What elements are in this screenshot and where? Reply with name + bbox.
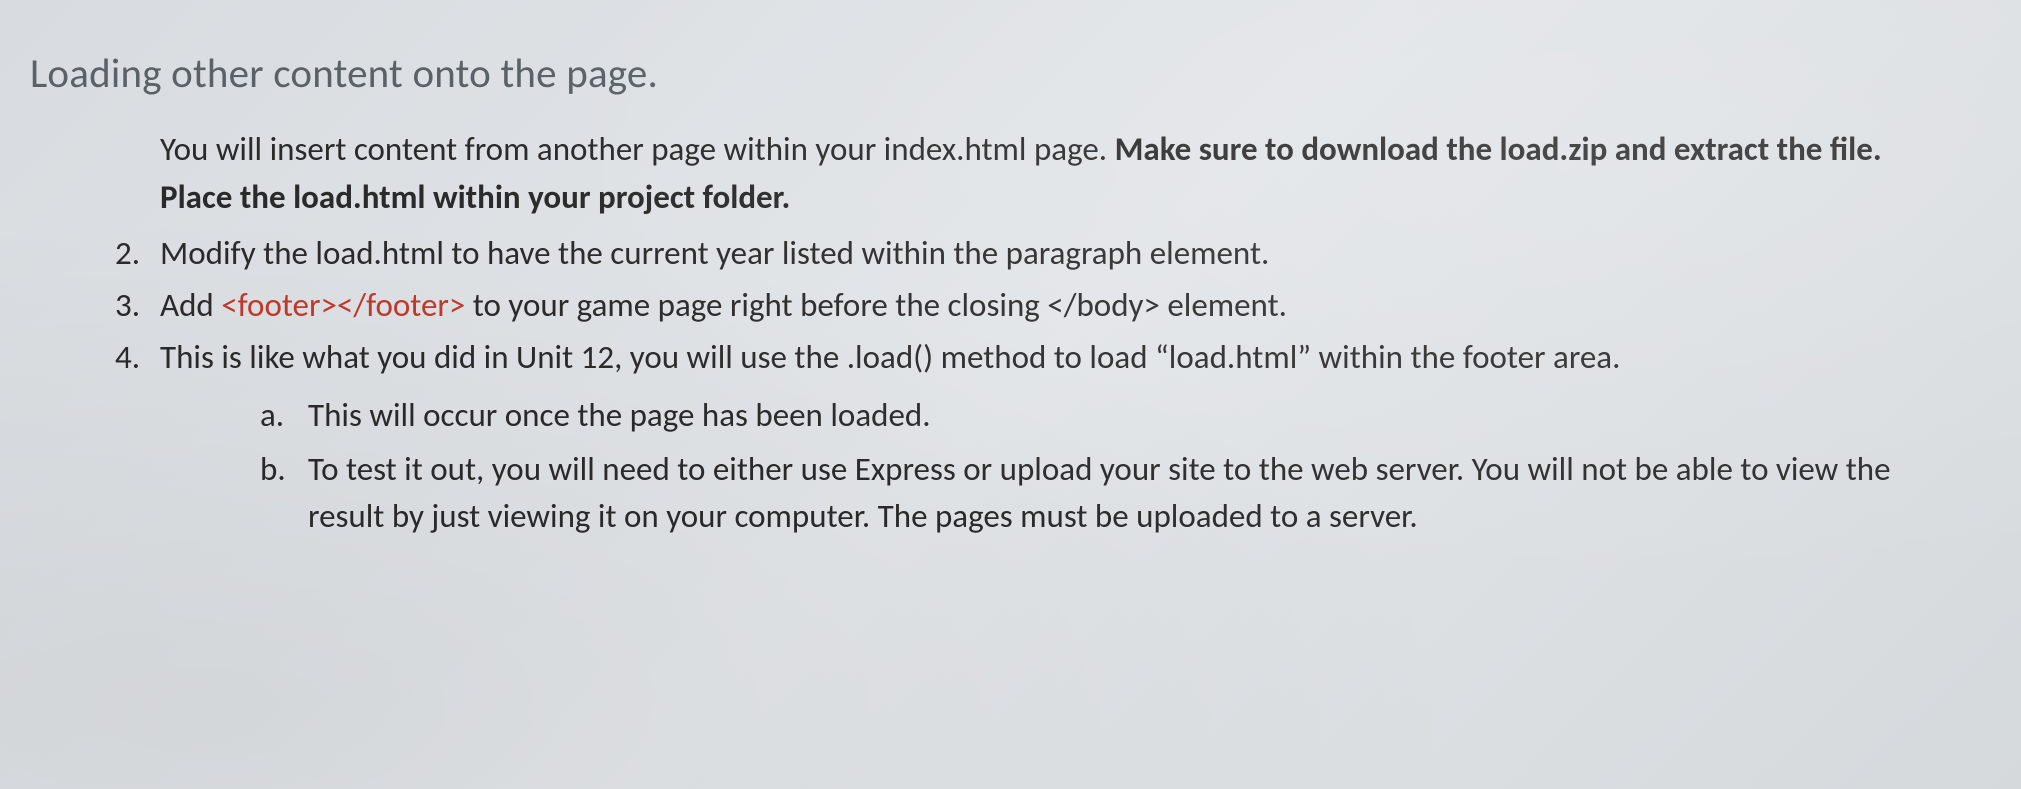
instruction-list: 2. Modify the load.html to have the curr…	[115, 230, 1931, 547]
sub-item-content: To test it out, you will need to either …	[308, 446, 1931, 542]
code-snippet: <footer></footer>	[221, 285, 465, 325]
sub-item-number: a.	[260, 392, 308, 440]
sub-item-a: a. This will occur once the page has bee…	[260, 392, 1931, 440]
list-item-4: 4. This is like what you did in Unit 12,…	[115, 334, 1931, 547]
section-heading: Loading other content onto the page.	[30, 45, 1991, 104]
item-text-after: to your game page right before the closi…	[465, 285, 1287, 325]
item-text-before: Add	[160, 285, 221, 325]
sub-list: a. This will occur once the page has bee…	[260, 392, 1931, 542]
item-content: This is like what you did in Unit 12, yo…	[160, 334, 1931, 547]
intro-text: You will insert content from another pag…	[160, 129, 1115, 169]
item-number: 2.	[115, 230, 160, 278]
item-content: Add <footer></footer> to your game page …	[160, 282, 1931, 330]
list-item-3: 3. Add <footer></footer> to your game pa…	[115, 282, 1931, 330]
item-text: This is like what you did in Unit 12, yo…	[160, 337, 1620, 377]
sub-item-content: This will occur once the page has been l…	[308, 392, 1931, 440]
sub-item-b: b. To test it out, you will need to eith…	[260, 446, 1931, 542]
list-item-2: 2. Modify the load.html to have the curr…	[115, 230, 1931, 278]
item-content: Modify the load.html to have the current…	[160, 230, 1931, 278]
intro-paragraph: You will insert content from another pag…	[160, 126, 1931, 222]
item-number: 4.	[115, 334, 160, 547]
item-number: 3.	[115, 282, 160, 330]
sub-item-number: b.	[260, 446, 308, 542]
